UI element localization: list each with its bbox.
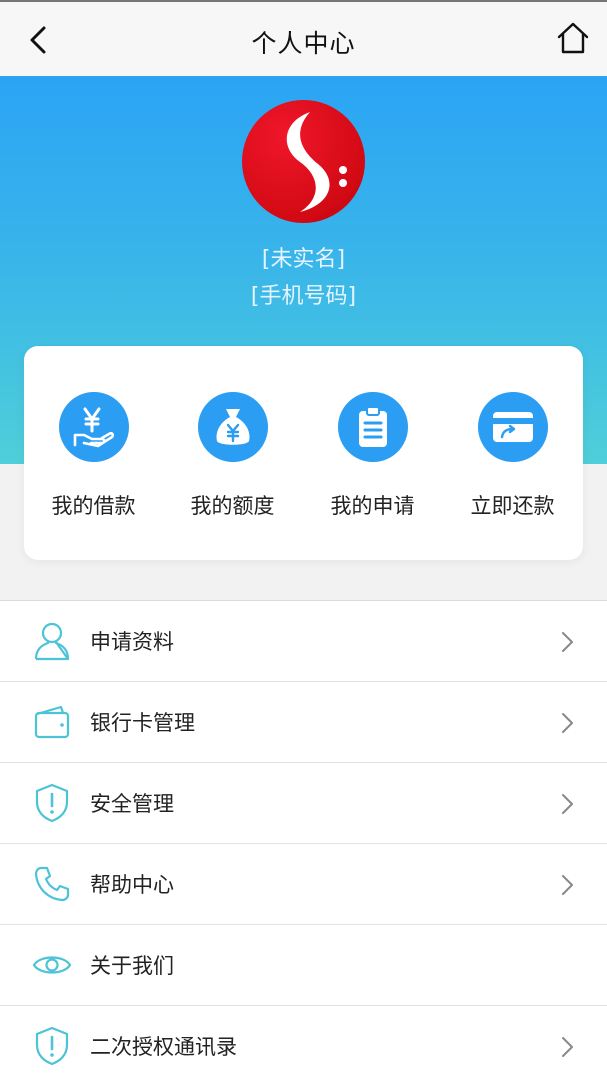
menu-item-label: 银行卡管理 xyxy=(90,711,195,735)
wallet-icon xyxy=(34,705,70,739)
menu-item-security[interactable]: 安全管理 xyxy=(0,763,607,844)
menu-item-label: 安全管理 xyxy=(90,792,174,816)
user-phone: [手机号码] xyxy=(250,284,357,309)
menu-item-label: 二次授权通讯录 xyxy=(90,1035,237,1059)
avatar[interactable] xyxy=(242,100,365,223)
menu-item-label: 申请资料 xyxy=(90,630,174,654)
menu-item-application-info[interactable]: 申请资料 xyxy=(0,601,607,682)
clipboard-icon xyxy=(358,406,387,447)
menu-item-bank-card[interactable]: 银行卡管理 xyxy=(0,682,607,763)
home-icon xyxy=(557,22,589,54)
quick-actions-card: 我的借款 我的额度 我的申请 立即还款 xyxy=(24,346,583,560)
user-name: [未实名] xyxy=(261,247,346,272)
home-button[interactable] xyxy=(553,18,593,58)
menu-item-label: 关于我们 xyxy=(90,954,174,978)
quick-action-label: 我的申请 xyxy=(330,494,415,518)
quick-action-label: 我的额度 xyxy=(190,494,275,518)
brand-logo-icon xyxy=(286,112,347,212)
quick-action-repay-now[interactable]: 立即还款 xyxy=(443,346,582,560)
user-icon xyxy=(34,622,70,661)
quick-action-icon-bg xyxy=(477,392,548,462)
chevron-right-icon xyxy=(562,632,573,652)
eye-icon xyxy=(32,956,72,974)
shield-icon xyxy=(35,783,69,823)
settings-menu-list: 申请资料 银行卡管理 安全管理 帮助中心 关于我们 二次授权通讯录 xyxy=(0,600,607,1080)
menu-item-help-center[interactable]: 帮助中心 xyxy=(0,844,607,925)
chevron-right-icon xyxy=(562,794,573,814)
card-repay-icon xyxy=(492,412,533,442)
menu-item-about-us[interactable]: 关于我们 xyxy=(0,925,607,1006)
loan-hand-yen-icon xyxy=(73,407,114,448)
quick-action-my-loans[interactable]: 我的借款 xyxy=(24,346,163,560)
quick-action-label: 我的借款 xyxy=(51,494,136,518)
menu-item-label: 帮助中心 xyxy=(90,873,174,897)
top-nav-bar: 个人中心 xyxy=(0,0,607,76)
quick-action-my-applications[interactable]: 我的申请 xyxy=(303,346,442,560)
shield-icon xyxy=(35,1026,69,1066)
quick-action-icon-bg xyxy=(337,392,408,462)
quick-action-my-credit[interactable]: 我的额度 xyxy=(163,346,302,560)
chevron-right-icon xyxy=(562,1037,573,1057)
quick-action-label: 立即还款 xyxy=(470,494,555,518)
menu-item-contacts-authorization[interactable]: 二次授权通讯录 xyxy=(0,1006,607,1080)
quick-action-icon-bg xyxy=(197,392,268,462)
quick-action-icon-bg xyxy=(58,392,129,462)
chevron-right-icon xyxy=(562,875,573,895)
page-title: 个人中心 xyxy=(251,29,356,58)
phone-icon xyxy=(34,866,70,902)
chevron-right-icon xyxy=(562,713,573,733)
money-bag-icon xyxy=(216,409,249,445)
